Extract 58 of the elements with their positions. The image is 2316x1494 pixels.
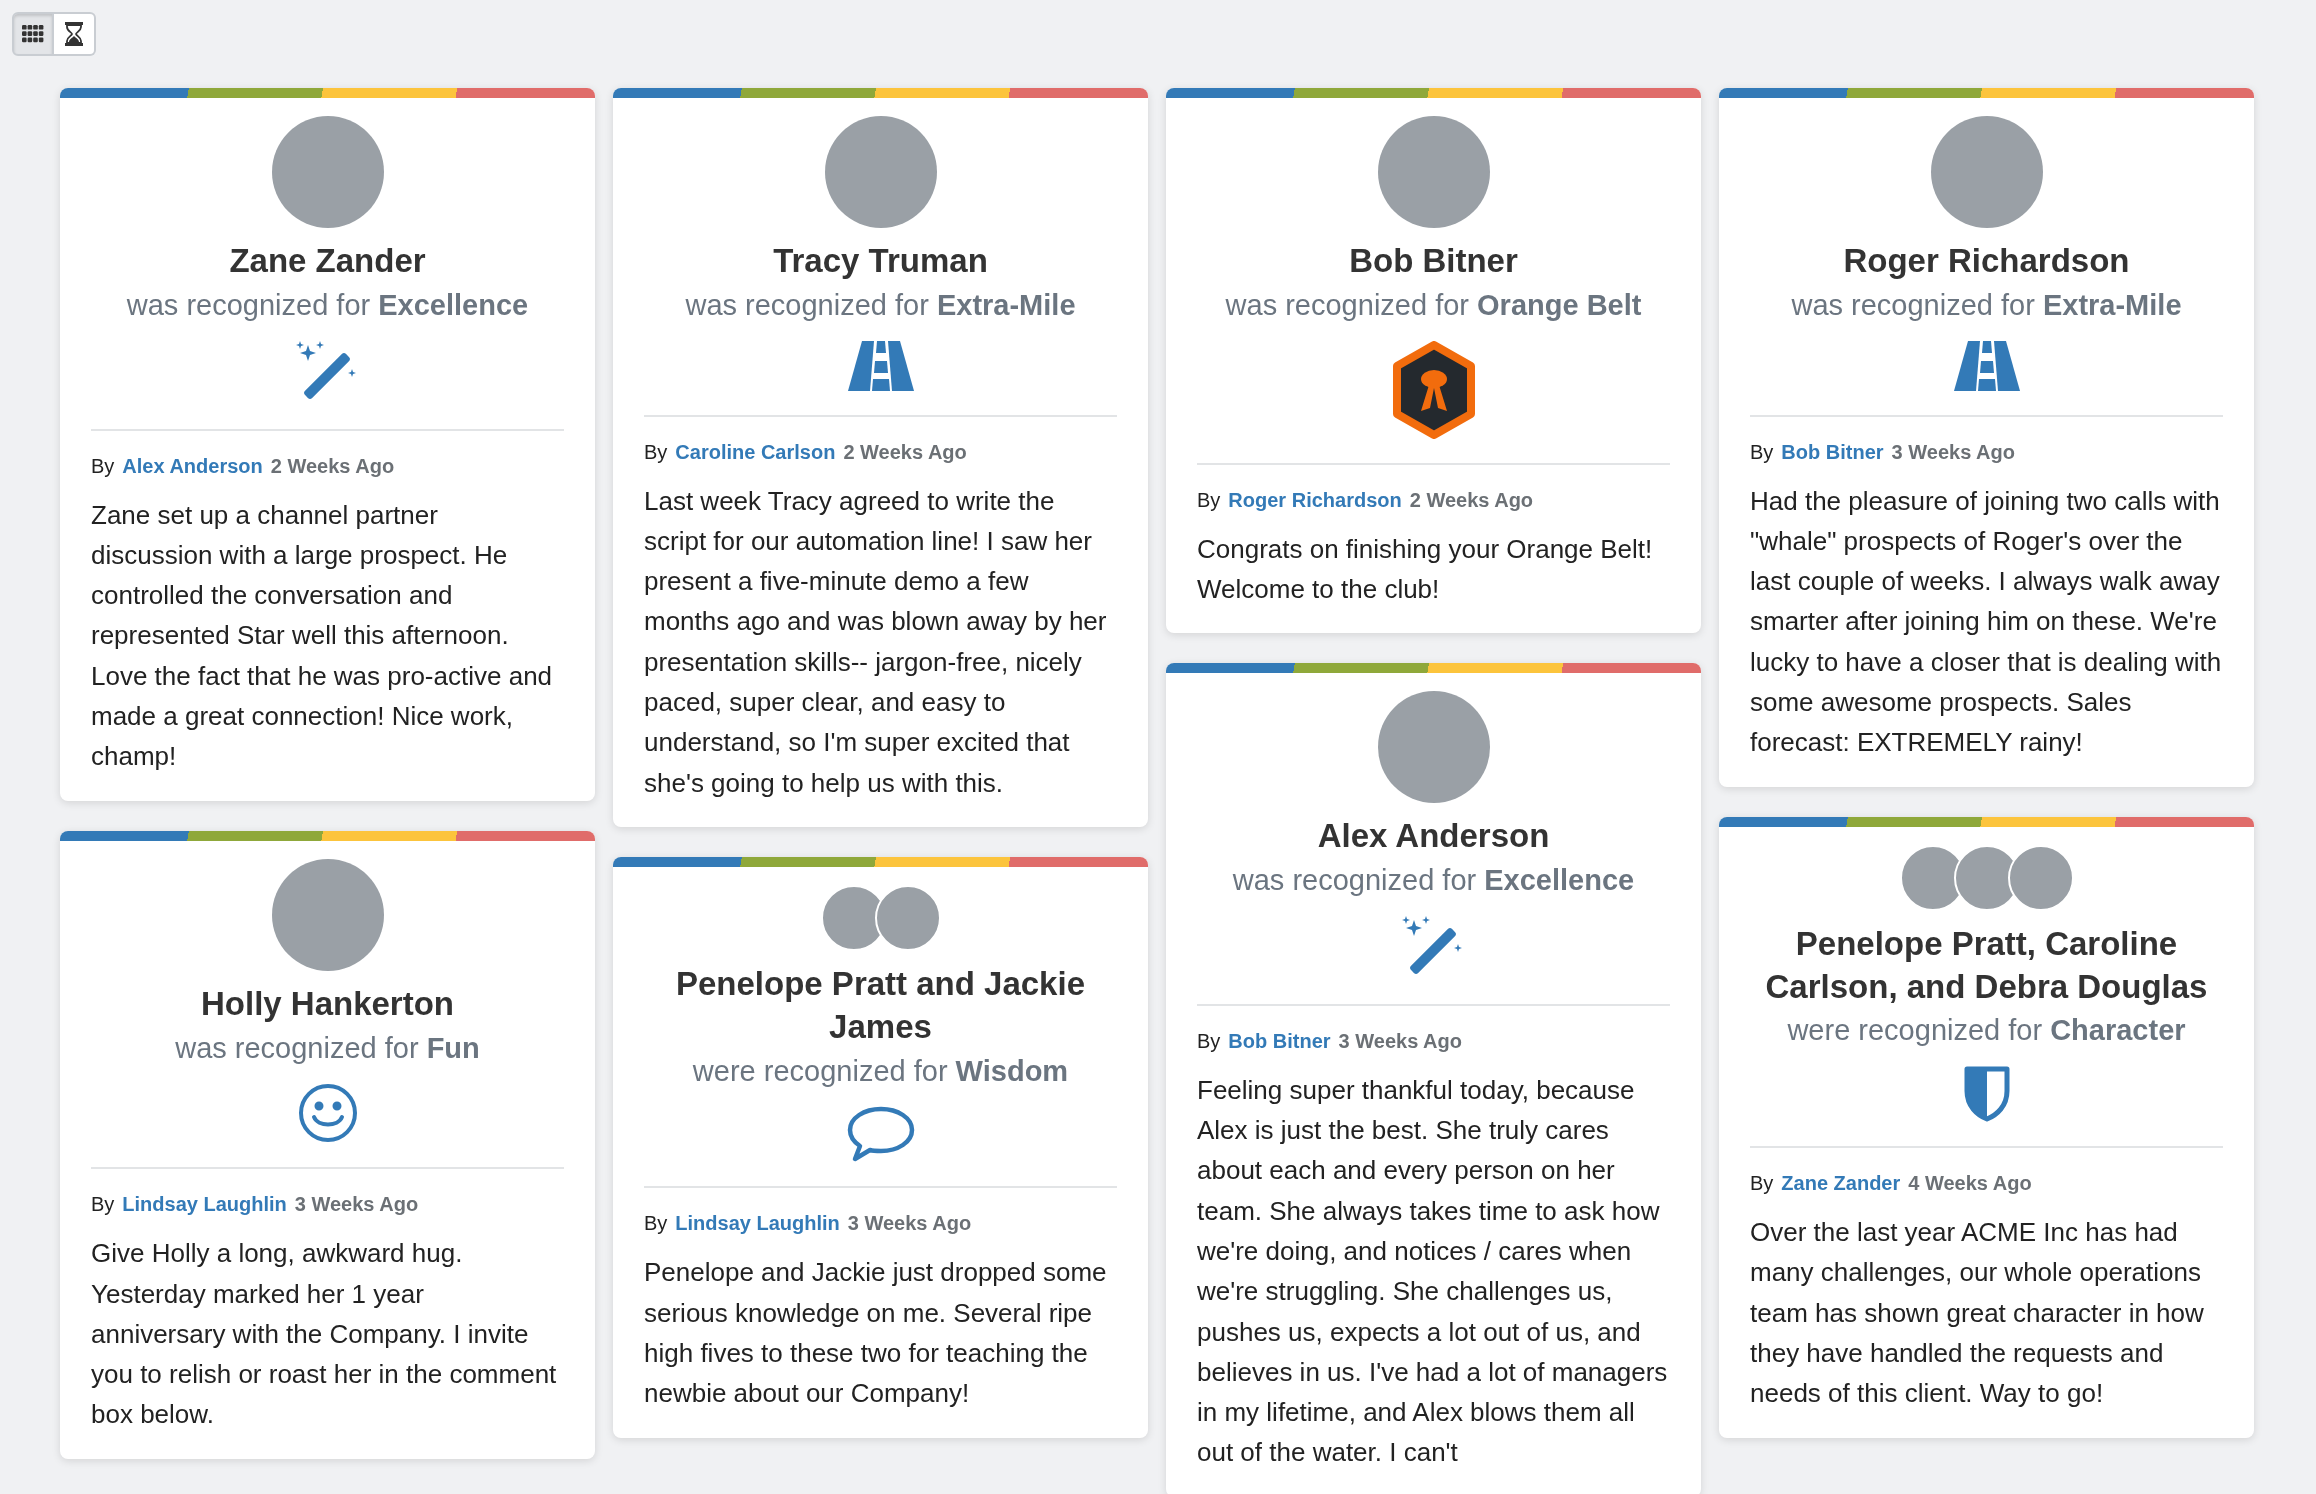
recipient-names: Penelope Pratt and Jackie James bbox=[675, 963, 1086, 1047]
message-text: Last week Tracy agreed to write the script for our automation line! I saw her present a five-minute demo a few months ago and was blown away by her presentation skills-- jargon-free, nicely paced, super clear, and easy to understand, so I'm super excited that she's going to help us with this. bbox=[644, 484, 1108, 800]
belt-badge-icon bbox=[1390, 340, 1477, 439]
message-text: Congrats on finishing your Orange Belt! Welcome to the club! bbox=[1197, 532, 1654, 606]
speech-bubble-icon bbox=[846, 1106, 915, 1163]
by-label: By bbox=[644, 1211, 668, 1237]
by-label: By bbox=[1750, 1171, 1774, 1197]
grid-view-button[interactable] bbox=[12, 12, 54, 56]
recipient-names: Tracy Truman bbox=[772, 241, 989, 281]
recipient-names: Bob Bitner bbox=[1348, 241, 1519, 281]
time-ago: 3 Weeks Ago bbox=[1891, 439, 2015, 465]
author-link[interactable]: Zane Zander bbox=[1781, 1168, 1901, 1199]
by-label: By bbox=[1197, 1028, 1221, 1054]
message-text: Penelope and Jackie just dropped some serious knowledge on me. Several ripe high fives to these two for teaching the newbie about our Company! bbox=[644, 1256, 1108, 1411]
time-ago: 4 Weeks Ago bbox=[1908, 1171, 2032, 1197]
road-icon bbox=[847, 340, 914, 391]
recipient-names: Penelope Pratt, Caroline Carlson, and Debra Douglas bbox=[1764, 923, 2209, 1007]
author-link[interactable]: Roger Richardson bbox=[1228, 484, 1402, 515]
time-ago: 2 Weeks Ago bbox=[270, 453, 395, 479]
author-link[interactable]: Lindsay Laughlin bbox=[122, 1189, 287, 1220]
grid-icon bbox=[22, 25, 44, 43]
author-link[interactable]: Lindsay Laughlin bbox=[675, 1208, 840, 1239]
by-label: By bbox=[1197, 487, 1221, 513]
time-ago: 3 Weeks Ago bbox=[294, 1192, 419, 1218]
author-link[interactable]: Bob Bitner bbox=[1228, 1025, 1331, 1056]
by-label: By bbox=[91, 1192, 115, 1218]
by-label: By bbox=[91, 453, 115, 479]
recognition-text: was recognized for Extra-Mile bbox=[1790, 287, 2183, 323]
road-icon bbox=[1953, 340, 2020, 391]
author-link[interactable]: Caroline Carlson bbox=[675, 436, 836, 467]
recipient-names: Roger Richardson bbox=[1842, 241, 2131, 281]
recipient-names: Alex Anderson bbox=[1316, 816, 1551, 857]
recognition-text: were recognized for Character bbox=[1786, 1013, 2187, 1049]
time-ago: 2 Weeks Ago bbox=[843, 439, 967, 465]
timeline-view-button[interactable] bbox=[54, 12, 96, 56]
author-link[interactable]: Alex Anderson bbox=[122, 450, 263, 481]
message-text: Give Holly a long, awkward hug. Yesterday marked her 1 year anniversary with the Company. I invite you to relish or roast her in the comment box below. bbox=[91, 1237, 558, 1432]
recognition-text: was recognized for Excellence bbox=[125, 287, 530, 323]
by-label: By bbox=[1750, 439, 1774, 465]
time-ago: 3 Weeks Ago bbox=[1338, 1028, 1462, 1054]
recognition-text: was recognized for Excellence bbox=[1231, 863, 1636, 899]
time-ago: 3 Weeks Ago bbox=[847, 1211, 972, 1237]
message-text: Zane set up a channel partner discussion with a large prospect. He controlled the conversation and represented Star well this afternoon. Love the fact that he was pro-active and made a great connection! Nice work, champ! bbox=[91, 498, 554, 774]
message-text: Over the last year ACME Inc has had many challenges, our whole operations team has shown great character in how they have handled the requests and needs of this client. Way to go! bbox=[1750, 1216, 2205, 1411]
time-ago: 2 Weeks Ago bbox=[1409, 487, 1534, 513]
recognition-text: was recognized for Orange Belt bbox=[1224, 287, 1643, 323]
recognition-text: were recognized for Wisdom bbox=[691, 1053, 1070, 1089]
recipient-names: Zane Zander bbox=[228, 241, 427, 281]
recognition-text: was recognized for Extra-Mile bbox=[684, 287, 1077, 323]
recognition-text: was recognized for Fun bbox=[174, 1030, 481, 1066]
shield-icon bbox=[1963, 1066, 2010, 1123]
by-label: By bbox=[644, 439, 668, 465]
message-text: Had the pleasure of joining two calls with "whale" prospects of Roger's over the last couple of weeks. I always walk away smarter after joining him on these. We're lucky to have a closer that is dealing with some awesome prospects. Sales forecast: EXTREMELY rainy! bbox=[1750, 484, 2223, 760]
smiley-icon bbox=[297, 1083, 358, 1144]
recipient-names: Holly Hankerton bbox=[199, 983, 455, 1024]
author-link[interactable]: Bob Bitner bbox=[1781, 436, 1884, 467]
message-text: Feeling super thankful today, because Alex is just the best. She truly cares about each and every person on her team. She always takes time to ask how we're doing, and notices / cares when we're struggling. She challenges us, pushes us, expects a lot out of us, and believes in us. I've had a lot of managers in my lifetime, and Alex blows them all out of the water. I can't bbox=[1197, 1073, 1669, 1470]
hourglass-icon bbox=[65, 22, 83, 46]
